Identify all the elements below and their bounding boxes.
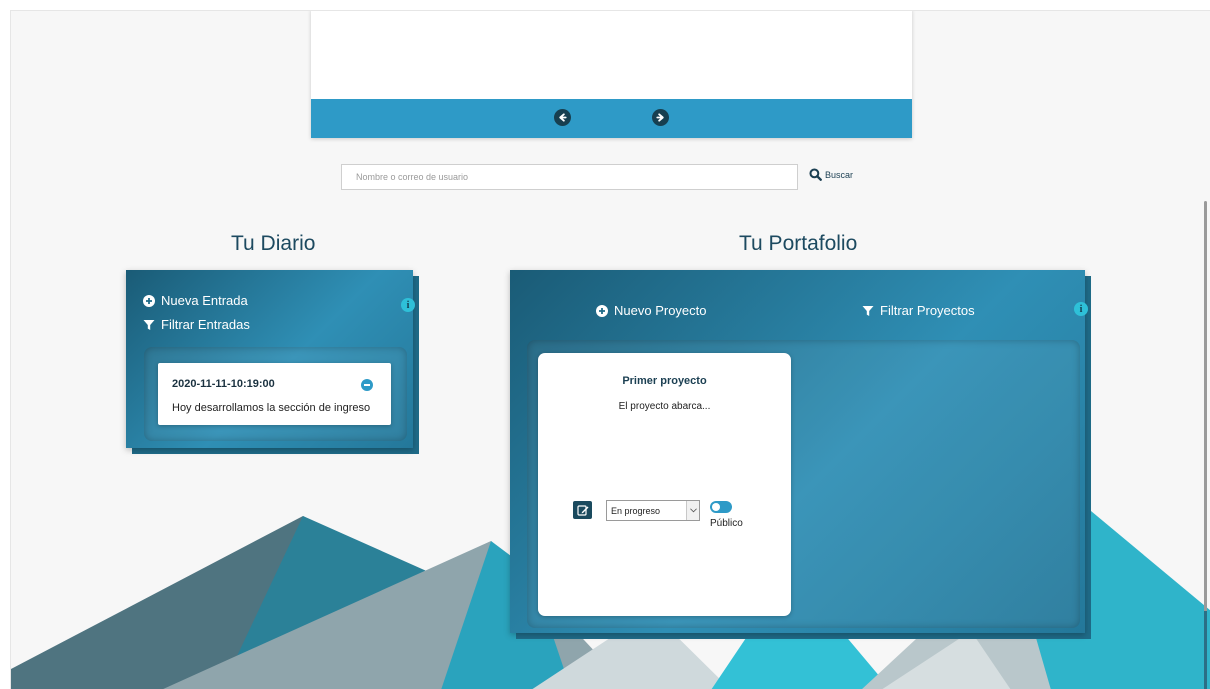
search-button-label: Buscar — [825, 169, 854, 180]
entry-text: Hoy desarrollamos la sección de ingreso — [172, 402, 371, 414]
status-select[interactable]: En progreso — [606, 500, 700, 521]
search-input[interactable] — [341, 164, 798, 190]
new-entry-button[interactable]: Nueva Entrada — [143, 293, 248, 308]
filter-entries-button[interactable]: Filtrar Entradas — [143, 317, 250, 332]
page-background: Buscar Tu Diario Tu Portafolio Nueva Ent… — [10, 10, 1210, 689]
chevron-down-icon — [686, 501, 699, 520]
info-icon[interactable]: i — [1074, 302, 1088, 316]
public-toggle[interactable] — [710, 501, 732, 513]
list-item[interactable]: 2020-11-11-10:19:00 Hoy desarrollamos la… — [158, 363, 391, 425]
search-icon — [809, 168, 822, 181]
portafolio-panel: Nuevo Proyecto Filtrar Proyectos i Prime… — [510, 270, 1088, 633]
minus-circle-icon[interactable] — [361, 379, 373, 391]
project-title: Primer proyecto — [622, 375, 707, 387]
arrow-circle-left-icon[interactable] — [554, 109, 571, 126]
info-icon[interactable]: i — [401, 298, 415, 312]
entry-date: 2020-11-11-10:19:00 — [172, 378, 275, 390]
project-card: Primer proyecto El proyecto abarca... En… — [538, 353, 791, 616]
carousel-controls — [311, 99, 912, 138]
diario-panel: Nueva Entrada Filtrar Entradas i 2020-11… — [126, 270, 415, 448]
filter-icon — [862, 305, 874, 316]
arrow-circle-right-icon[interactable] — [652, 109, 669, 126]
edit-icon — [576, 505, 588, 516]
public-toggle-label: Público — [710, 518, 743, 529]
filter-entries-label: Filtrar Entradas — [161, 317, 250, 332]
new-project-button[interactable]: Nuevo Proyecto — [596, 303, 707, 318]
plus-circle-icon — [596, 304, 608, 317]
filter-projects-button[interactable]: Filtrar Proyectos — [862, 303, 975, 318]
plus-circle-icon — [143, 294, 155, 307]
page-scrollbar-track — [1204, 611, 1207, 689]
carousel — [311, 11, 912, 138]
new-project-label: Nuevo Proyecto — [614, 303, 707, 318]
filter-projects-label: Filtrar Proyectos — [880, 303, 975, 318]
project-description: El proyecto abarca... — [618, 401, 711, 412]
edit-button[interactable] — [573, 501, 592, 519]
new-entry-label: Nueva Entrada — [161, 293, 248, 308]
filter-icon — [143, 319, 155, 330]
search-button[interactable]: Buscar — [809, 168, 853, 181]
diario-title: Tu Diario — [231, 232, 316, 255]
portafolio-title: Tu Portafolio — [739, 232, 858, 255]
status-select-value: En progreso — [611, 505, 661, 516]
